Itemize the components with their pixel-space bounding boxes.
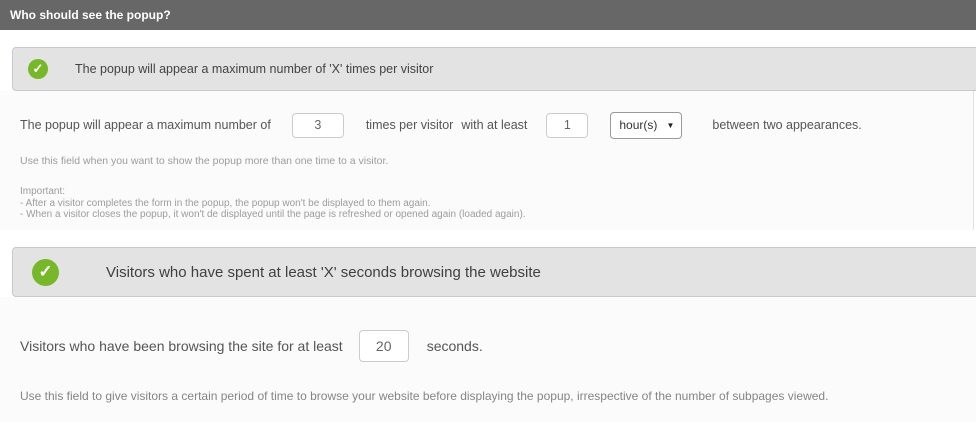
- condition-header-max-times[interactable]: ✓ The popup will appear a maximum number…: [12, 47, 976, 91]
- max-times-label-middle-1: times per visitor: [365, 118, 454, 132]
- seconds-label-after: seconds.: [426, 337, 483, 354]
- section-body-seconds-browsing: Visitors who have been browsing the site…: [0, 297, 976, 422]
- interval-unit-selected-value: hour(s): [619, 118, 658, 132]
- chevron-down-icon: ▼: [666, 120, 675, 130]
- important-note: Important: - After a visitor completes t…: [20, 186, 973, 221]
- max-times-label-after: between two appearances.: [712, 118, 862, 132]
- help-text-seconds-browsing: Use this field to give visitors a certai…: [20, 389, 829, 403]
- max-times-setting-row: The popup will appear a maximum number o…: [20, 111, 973, 139]
- help-text-max-times: Use this field when you want to show the…: [20, 155, 389, 167]
- page-title: Who should see the popup?: [10, 8, 171, 22]
- important-line-1: - After a visitor completes the form in …: [20, 197, 431, 209]
- interval-unit-select[interactable]: hour(s) ▼: [610, 111, 683, 139]
- checkmark-glyph: ✓: [38, 262, 53, 281]
- check-circle-icon: ✓: [32, 258, 59, 286]
- condition-title-max-times: The popup will appear a maximum number o…: [75, 62, 434, 76]
- checkmark-glyph: ✓: [32, 61, 44, 76]
- important-title: Important:: [20, 186, 66, 197]
- important-line-2: - When a visitor closes the popup, it wo…: [20, 209, 526, 220]
- seconds-label-before: Visitors who have been browsing the site…: [20, 337, 343, 354]
- seconds-setting-row: Visitors who have been browsing the site…: [20, 329, 976, 362]
- seconds-input[interactable]: [358, 329, 409, 362]
- page-header: Who should see the popup?: [0, 0, 976, 30]
- check-circle-icon: ✓: [28, 59, 48, 79]
- section-body-max-times: The popup will appear a maximum number o…: [0, 91, 974, 230]
- condition-title-seconds-browsing: Visitors who have spent at least 'X' sec…: [106, 263, 541, 281]
- condition-header-seconds-browsing[interactable]: ✓ Visitors who have spent at least 'X' s…: [12, 247, 976, 297]
- max-times-input[interactable]: [291, 112, 344, 138]
- max-times-label-before: The popup will appear a maximum number o…: [20, 118, 271, 132]
- max-times-label-middle-2: with at least: [461, 118, 528, 132]
- interval-value-input[interactable]: [546, 112, 589, 138]
